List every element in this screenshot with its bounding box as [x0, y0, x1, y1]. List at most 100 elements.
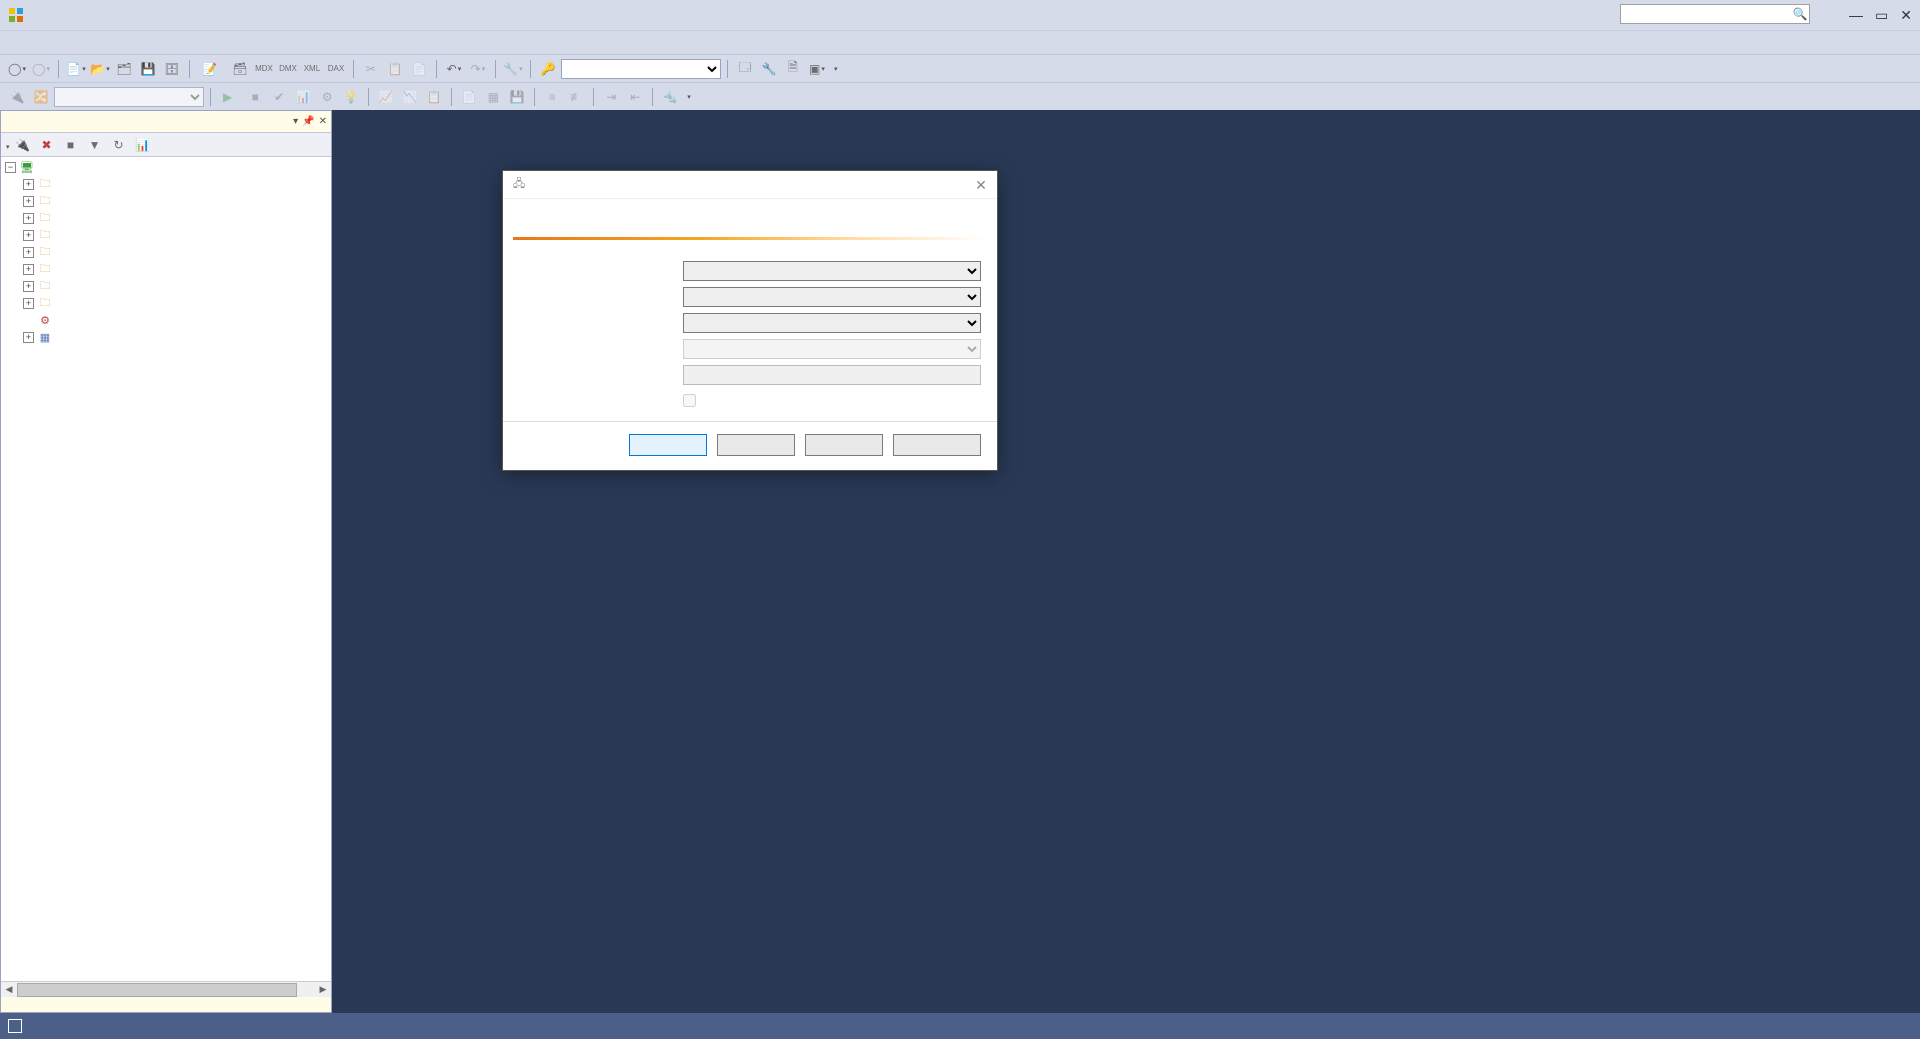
object-explorer-button[interactable]: 🔧	[758, 58, 780, 80]
menu-window[interactable]	[116, 41, 136, 45]
dialog-titlebar[interactable]: 🖧 ✕	[503, 171, 997, 199]
panel-close-icon[interactable]: ✕	[319, 116, 327, 127]
activity-monitor-button[interactable]: 🔑	[537, 58, 559, 80]
indent-button: ⇥	[600, 86, 622, 108]
oe-horizontal-scrollbar[interactable]: ◀ ▶	[1, 981, 331, 997]
extended-events-button[interactable]: ▣▾	[806, 58, 828, 80]
results-grid-button: ▦	[482, 86, 504, 108]
minimize-button[interactable]: —	[1849, 7, 1863, 23]
expander-icon[interactable]: +	[23, 179, 34, 190]
new-query-icon: 📝	[202, 62, 217, 76]
expander-icon[interactable]: +	[23, 332, 34, 343]
expander-icon[interactable]: +	[23, 247, 34, 258]
registered-servers-button[interactable]: 🗔	[734, 58, 756, 80]
menu-view[interactable]	[50, 41, 70, 45]
object-explorer-tree[interactable]: − 🖥 + 🗀 + 🗀 + 🗀 + 🗀 + 🗀	[1, 157, 331, 997]
connect-button[interactable]	[629, 434, 707, 456]
folder-icon: 🗀	[37, 280, 53, 294]
save-button[interactable]: 💾	[137, 58, 159, 80]
refresh-oe-button[interactable]: ↻	[108, 134, 130, 156]
nav-back-button[interactable]: ◯▾	[6, 58, 28, 80]
toolbar-overflow-icon[interactable]: ▾	[834, 65, 838, 73]
toolbar2-overflow-icon[interactable]: ▾	[687, 93, 691, 101]
connect-dropdown[interactable]: ▾	[5, 138, 10, 152]
new-project-button[interactable]: 📄▾	[65, 58, 87, 80]
search-icon[interactable]: 🔍	[1792, 6, 1808, 22]
connect-button: 🔌	[6, 86, 28, 108]
options-button[interactable]	[893, 434, 981, 456]
template-browser-button[interactable]: 🗎	[782, 58, 804, 80]
tree-node-polybase[interactable]: + 🗀	[1, 244, 331, 261]
object-explorer-panel: ▾ 📌 ✕ ▾ 🔌 ✖ ■ ▼ ↻ 📊 − 🖥 + 🗀 + 🗀 +	[0, 110, 332, 1013]
include-plan-button: 📈	[375, 86, 397, 108]
expander-icon[interactable]: +	[23, 230, 34, 241]
expander-icon[interactable]: +	[23, 281, 34, 292]
panel-pin-icon[interactable]: 📌	[302, 116, 314, 127]
quick-launch-input[interactable]	[1620, 4, 1810, 24]
dax-query-button[interactable]: DAX	[325, 58, 347, 80]
menu-tools[interactable]	[94, 41, 114, 45]
mdx-query-button[interactable]: MDX	[253, 58, 275, 80]
connect-dialog: 🖧 ✕	[502, 170, 998, 471]
menu-help[interactable]	[138, 41, 158, 45]
oe-activity-button[interactable]: 📊	[132, 134, 154, 156]
filter-oe-button[interactable]: ▼	[84, 134, 106, 156]
tree-node-xevent[interactable]: + ▦	[1, 329, 331, 346]
tree-node-replication[interactable]: + 🗀	[1, 227, 331, 244]
new-query-button[interactable]: 📝	[196, 60, 227, 78]
close-button[interactable]: ✕	[1900, 7, 1912, 24]
comment-button: ≡	[541, 86, 563, 108]
agent-icon: ⚙	[37, 314, 53, 328]
tree-node-security[interactable]: + 🗀	[1, 193, 331, 210]
specify-values-button: 🔩	[659, 86, 681, 108]
scroll-left-icon[interactable]: ◀	[1, 982, 17, 998]
estimated-plan-button: 📊	[292, 86, 314, 108]
solution-combo[interactable]	[561, 59, 721, 79]
properties-button: 🔧▾	[502, 58, 524, 80]
menu-project[interactable]	[72, 41, 92, 45]
help-button[interactable]	[805, 434, 883, 456]
expander-icon[interactable]: +	[23, 264, 34, 275]
tree-node-server-objects[interactable]: + 🗀	[1, 210, 331, 227]
xmla-query-button[interactable]: XML	[301, 58, 323, 80]
object-explorer-header: ▾ 📌 ✕	[1, 111, 331, 133]
open-button[interactable]: 📂▾	[89, 58, 111, 80]
tree-node-integration[interactable]: + 🗀	[1, 295, 331, 312]
menu-file[interactable]	[6, 41, 26, 45]
disconnect-oe-button[interactable]: ✖	[36, 134, 58, 156]
folder-icon: 🗀	[37, 212, 53, 226]
expander-icon[interactable]: +	[23, 196, 34, 207]
expander-icon[interactable]: +	[23, 213, 34, 224]
tree-root[interactable]: − 🖥	[1, 159, 331, 176]
db-engine-query-button[interactable]: 🗃	[229, 58, 251, 80]
database-combo	[54, 87, 204, 107]
dmx-query-button[interactable]: DMX	[277, 58, 299, 80]
scroll-thumb[interactable]	[17, 983, 297, 997]
menu-edit[interactable]	[28, 41, 48, 45]
outdent-button: ⇤	[624, 86, 646, 108]
dialog-banner	[503, 199, 997, 237]
server-type-select[interactable]	[683, 261, 981, 281]
auth-select[interactable]	[683, 313, 981, 333]
tree-node-agent[interactable]: ⚙	[1, 312, 331, 329]
open-folder-button[interactable]: 🗂	[113, 58, 135, 80]
save-all-button[interactable]: 🗄	[161, 58, 183, 80]
tree-node-management[interactable]: + 🗀	[1, 278, 331, 295]
paste-button: 📄	[408, 58, 430, 80]
server-name-select[interactable]	[683, 287, 981, 307]
tree-node-alwayson[interactable]: + 🗀	[1, 261, 331, 278]
scroll-right-icon[interactable]: ▶	[315, 982, 331, 998]
expander-icon[interactable]: +	[23, 298, 34, 309]
folder-icon: 🗀	[37, 263, 53, 277]
dialog-close-button[interactable]: ✕	[971, 175, 991, 195]
cancel-button[interactable]	[717, 434, 795, 456]
tree-node-databases[interactable]: + 🗀	[1, 176, 331, 193]
connect-oe-button[interactable]: 🔌	[12, 134, 34, 156]
maximize-button[interactable]: ▭	[1875, 7, 1888, 24]
undo-button[interactable]: ↶▾	[443, 58, 465, 80]
panel-dropdown-icon[interactable]: ▾	[293, 116, 298, 127]
expander-icon[interactable]: −	[5, 162, 16, 173]
dialog-button-row	[503, 421, 997, 470]
status-bar	[0, 1013, 1920, 1039]
stop-oe-button[interactable]: ■	[60, 134, 82, 156]
